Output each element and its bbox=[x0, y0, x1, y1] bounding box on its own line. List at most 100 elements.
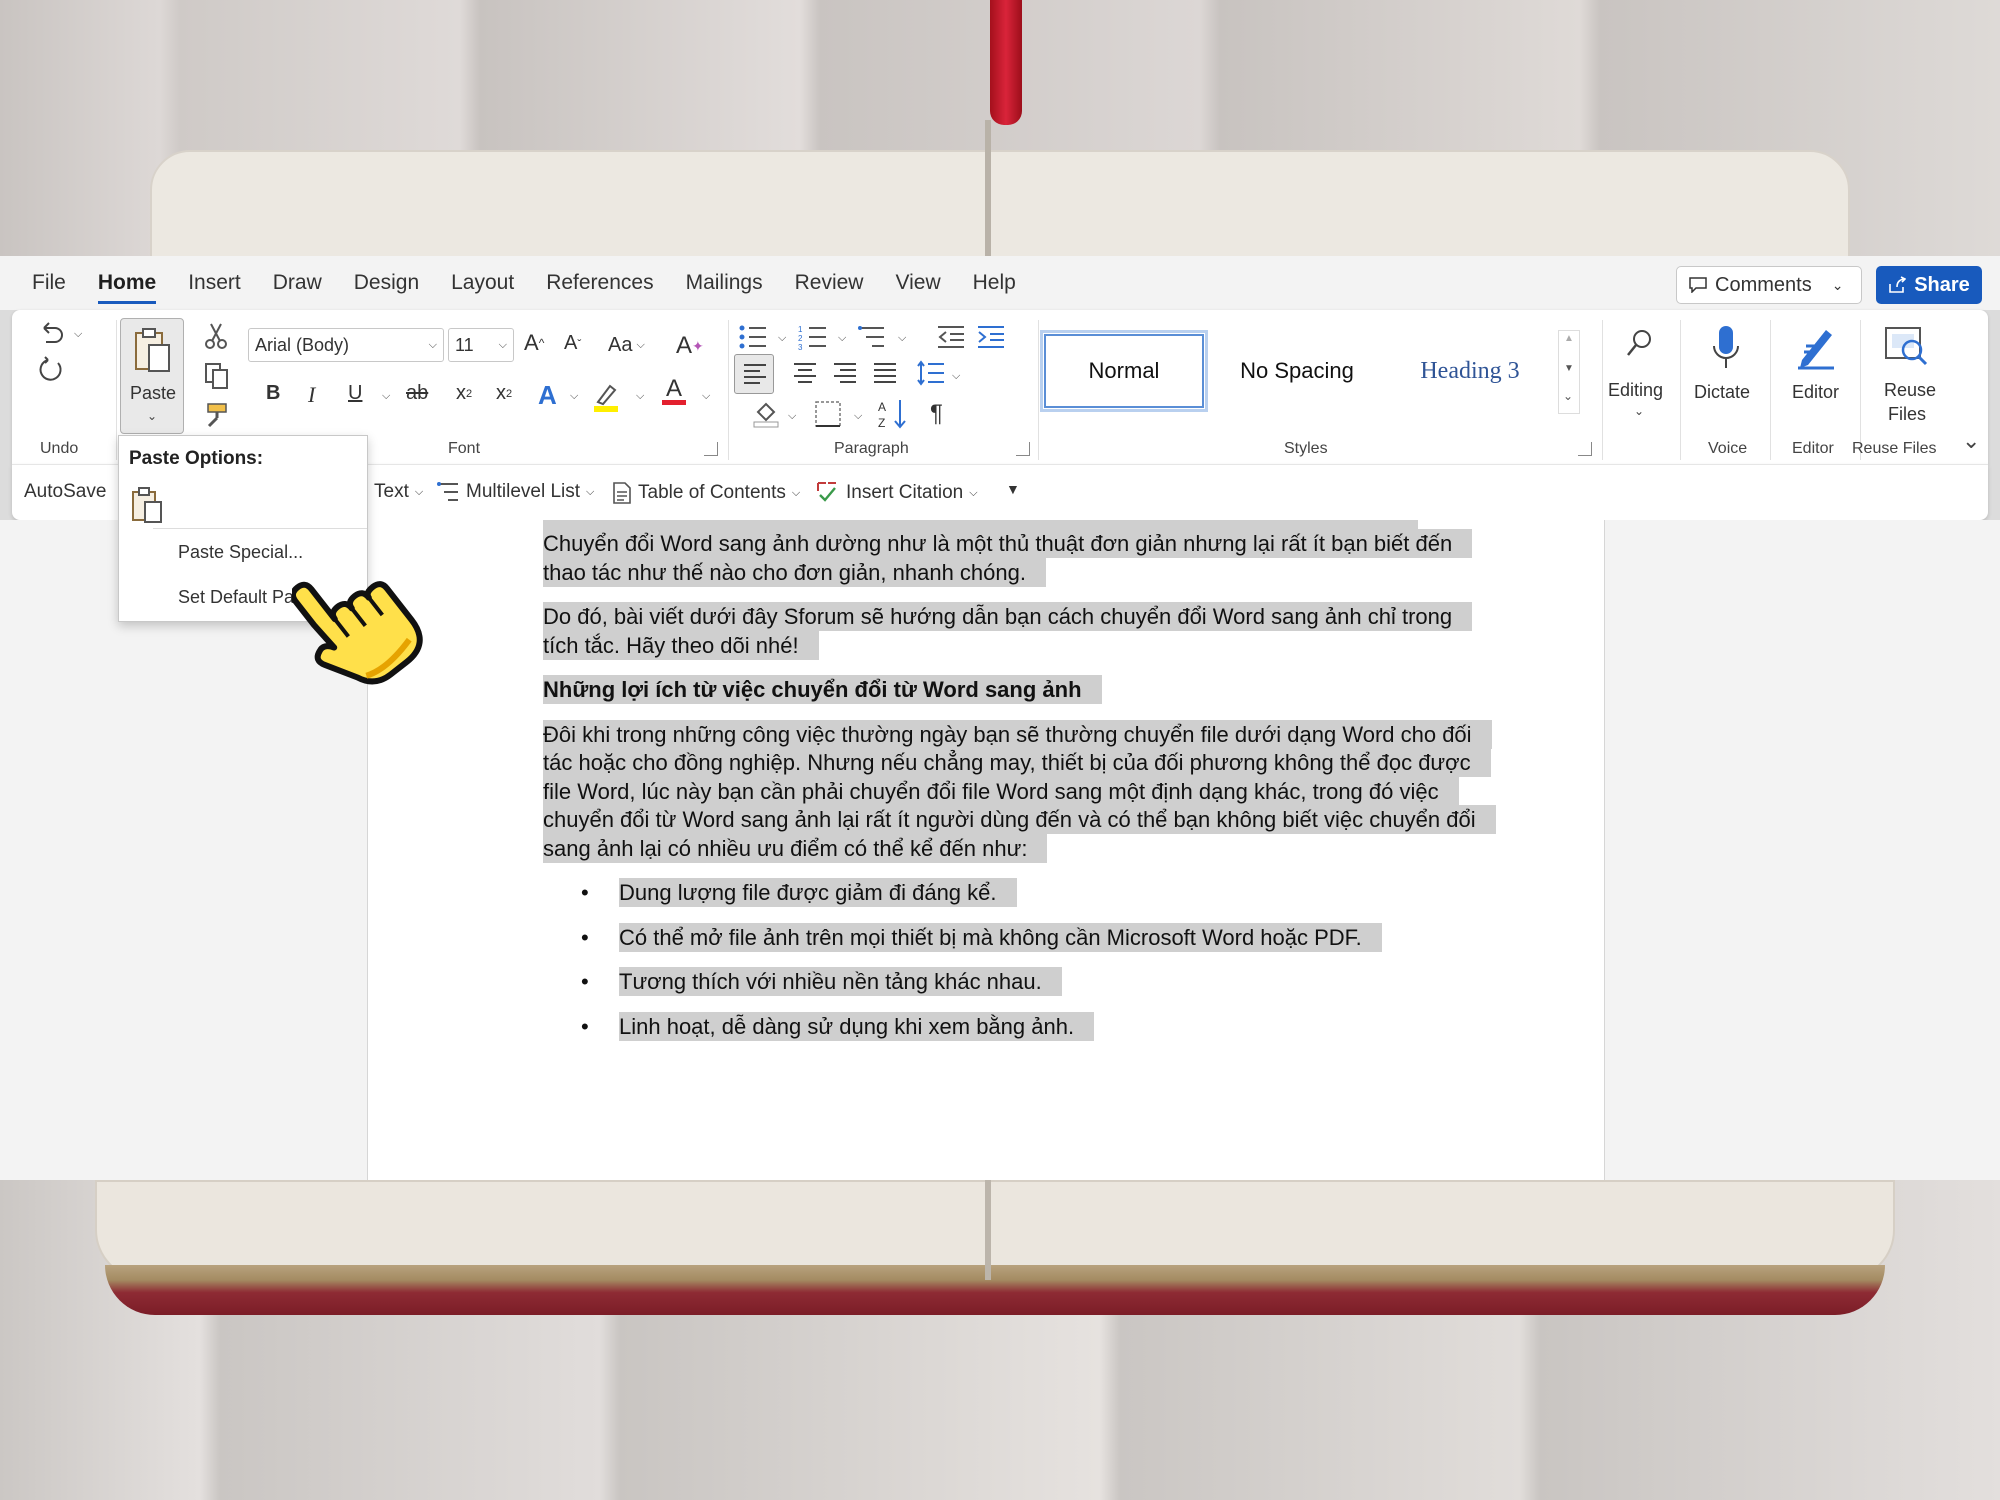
svg-text:Z: Z bbox=[878, 416, 885, 430]
change-case-button[interactable]: Aa ⌵ bbox=[608, 334, 645, 357]
font-dialog-launcher[interactable] bbox=[704, 442, 718, 456]
tab-layout[interactable]: Layout bbox=[451, 271, 514, 295]
decrease-indent-icon[interactable] bbox=[936, 324, 966, 350]
copy-icon[interactable] bbox=[204, 362, 230, 390]
paragraph-dialog-launcher[interactable] bbox=[1016, 442, 1030, 456]
styles-more-icon[interactable]: ⌄ bbox=[1563, 389, 1573, 403]
list-item: • Tương thích với nhiều nền tảng khác nha… bbox=[543, 967, 1493, 997]
tab-file[interactable]: File bbox=[32, 271, 66, 295]
align-center-icon[interactable] bbox=[792, 362, 818, 384]
share-button[interactable]: Share bbox=[1876, 266, 1982, 304]
bullets-caret-icon[interactable]: ⌵ bbox=[778, 332, 786, 345]
style-normal[interactable]: Normal bbox=[1040, 330, 1208, 412]
clear-formatting-icon[interactable]: A ✦ bbox=[676, 332, 704, 360]
notebook-cover bbox=[105, 1265, 1885, 1315]
scroll-down-icon[interactable]: ▼ bbox=[1564, 363, 1574, 374]
highlighter-icon[interactable] bbox=[592, 382, 620, 412]
italic-button[interactable]: I bbox=[308, 382, 315, 408]
multilevel-list-dropdown[interactable]: Multilevel List ⌵ bbox=[436, 481, 594, 503]
styles-scroll[interactable]: ▲ ▼ ⌄ bbox=[1558, 330, 1580, 414]
document-body[interactable]: Chuyển đổi Word sang ảnh dường như là mộ… bbox=[543, 529, 1496, 1057]
text-effects-caret-icon[interactable]: ⌵ bbox=[570, 390, 578, 403]
text-effects-icon[interactable]: A bbox=[538, 380, 557, 411]
svg-text:3: 3 bbox=[798, 343, 803, 350]
keep-source-formatting-icon[interactable] bbox=[129, 486, 169, 526]
format-painter-icon[interactable] bbox=[204, 402, 230, 428]
font-color-caret-icon[interactable]: ⌵ bbox=[702, 390, 710, 403]
chevron-down-icon: ⌵ bbox=[586, 485, 595, 498]
table-of-contents-dropdown[interactable]: Table of Contents ⌵ bbox=[612, 481, 800, 505]
increase-indent-icon[interactable] bbox=[976, 324, 1006, 350]
underline-button[interactable]: U bbox=[348, 382, 362, 405]
reuse-files-button[interactable]: Reuse Files bbox=[1864, 320, 1948, 430]
collapse-ribbon-icon[interactable]: ⌄ bbox=[1962, 428, 1980, 454]
sort-icon[interactable]: AZ bbox=[878, 398, 908, 430]
paste-button[interactable]: Paste ⌄ bbox=[120, 318, 184, 434]
cut-icon[interactable] bbox=[204, 322, 228, 350]
justify-icon[interactable] bbox=[872, 362, 898, 384]
insert-citation-dropdown[interactable]: Insert Citation ⌵ bbox=[814, 481, 978, 505]
shrink-font-icon[interactable]: Aˇ bbox=[564, 332, 581, 355]
text-dropdown[interactable]: Text ⌵ bbox=[374, 481, 423, 503]
chevron-down-icon: ⌵ bbox=[969, 486, 978, 499]
font-name-dropdown[interactable]: Arial (Body) ⌵ bbox=[248, 328, 444, 362]
comments-button[interactable]: Comments ⌄ bbox=[1676, 266, 1862, 304]
redo-icon[interactable] bbox=[36, 354, 66, 384]
line-spacing-icon[interactable] bbox=[916, 360, 946, 386]
paste-special-item[interactable]: Paste Special... bbox=[178, 542, 303, 563]
numbering-icon[interactable]: 123 bbox=[798, 324, 828, 350]
shading-icon[interactable] bbox=[752, 400, 780, 428]
superscript-button[interactable]: x2 bbox=[496, 382, 512, 405]
comments-label: Comments bbox=[1715, 273, 1812, 296]
bullet-glyph: • bbox=[581, 1013, 589, 1039]
align-left-button[interactable] bbox=[734, 354, 774, 394]
tab-references[interactable]: References bbox=[546, 271, 653, 295]
styles-dialog-launcher[interactable] bbox=[1578, 442, 1592, 456]
highlight-caret-icon[interactable]: ⌵ bbox=[636, 390, 644, 403]
tab-help[interactable]: Help bbox=[973, 271, 1016, 295]
numbering-caret-icon[interactable]: ⌵ bbox=[838, 332, 846, 345]
shading-caret-icon[interactable]: ⌵ bbox=[788, 410, 796, 423]
scroll-up-icon[interactable]: ▲ bbox=[1564, 333, 1574, 344]
bullets-icon[interactable] bbox=[738, 324, 768, 350]
grow-font-icon[interactable]: A ^ bbox=[524, 330, 544, 356]
multilevel-caret-icon[interactable]: ⌵ bbox=[898, 332, 906, 345]
strikethrough-button[interactable]: ab bbox=[406, 382, 428, 405]
underline-caret-icon[interactable]: ⌵ bbox=[382, 390, 390, 403]
font-color-icon[interactable]: A bbox=[662, 377, 686, 405]
style-no-spacing[interactable]: No Spacing bbox=[1210, 330, 1384, 412]
customize-toolbar-icon[interactable]: ▼ bbox=[1006, 481, 1020, 497]
chevron-down-icon: ⌄ bbox=[1831, 276, 1844, 293]
font-size-value: 11 bbox=[455, 334, 474, 355]
tab-mailings[interactable]: Mailings bbox=[686, 271, 763, 295]
font-size-dropdown[interactable]: 11 ⌵ bbox=[448, 328, 514, 362]
editor-button[interactable]: Editor bbox=[1774, 320, 1858, 430]
tab-insert[interactable]: Insert bbox=[188, 271, 241, 295]
share-icon bbox=[1889, 276, 1907, 293]
multilevel-list-icon[interactable] bbox=[858, 324, 888, 350]
tab-design[interactable]: Design bbox=[354, 271, 419, 295]
chevron-down-icon: ⌵ bbox=[414, 485, 424, 498]
subscript-button[interactable]: x2 bbox=[456, 382, 472, 405]
editor-pen-icon bbox=[1798, 330, 1834, 370]
undo-icon[interactable] bbox=[36, 318, 66, 348]
editing-button[interactable]: Editing ⌄ bbox=[1604, 320, 1674, 430]
voice-group-label: Voice bbox=[1708, 440, 1748, 457]
show-formatting-icon[interactable]: ¶ bbox=[930, 400, 943, 428]
tab-home[interactable]: Home bbox=[97, 271, 157, 304]
line-spacing-caret-icon[interactable]: ⌵ bbox=[952, 370, 960, 383]
tab-draw[interactable]: Draw bbox=[273, 271, 322, 295]
style-heading-3[interactable]: Heading 3 bbox=[1384, 330, 1556, 412]
bold-button[interactable]: B bbox=[266, 382, 280, 405]
borders-caret-icon[interactable]: ⌵ bbox=[854, 410, 862, 423]
style-normal-label: Normal bbox=[1088, 358, 1160, 383]
tab-review[interactable]: Review bbox=[795, 271, 864, 295]
tab-view[interactable]: View bbox=[895, 271, 940, 295]
dictate-button[interactable]: Dictate bbox=[1684, 320, 1768, 430]
undo-caret-icon[interactable]: ⌵ bbox=[74, 328, 82, 341]
borders-icon[interactable] bbox=[814, 400, 842, 428]
styles-group-label: Styles bbox=[1284, 440, 1328, 457]
paragraph-3: Đôi khi trong những công việc thường ngà… bbox=[543, 719, 1496, 863]
align-right-icon[interactable] bbox=[832, 362, 858, 384]
document-icon bbox=[613, 482, 631, 504]
